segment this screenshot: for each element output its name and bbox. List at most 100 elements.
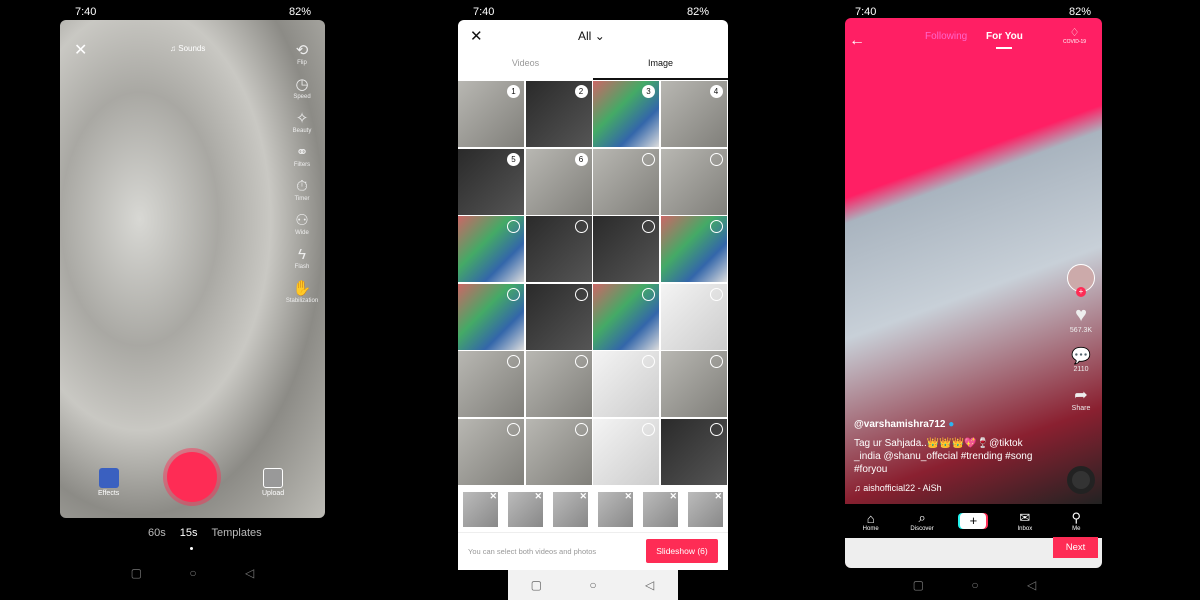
tool-stabilization[interactable]: ✋ Stabilization [286,280,318,304]
close-icon[interactable]: ✕ [74,40,87,60]
selected-thumb[interactable]: ✕ [508,491,543,527]
tool-filters[interactable]: ⚭ Filters [287,144,317,168]
selected-thumb[interactable]: ✕ [553,491,588,527]
slideshow-button[interactable]: Slideshow (6) [646,539,718,563]
close-icon[interactable]: ✕ [470,27,483,45]
follow-plus-icon[interactable]: + [1076,287,1086,297]
media-cell[interactable] [660,283,727,350]
video-feed[interactable]: ← Following For You ♢ COVID-19 + ♥ 567.3K … [845,18,1102,568]
media-cell[interactable] [660,148,727,215]
media-cell[interactable]: 5 [458,148,524,215]
select-circle[interactable] [574,287,588,301]
back-icon[interactable]: ◁ [1012,578,1052,592]
covid-button[interactable]: ♢ COVID-19 [1063,26,1086,45]
media-cell[interactable] [525,216,592,282]
select-circle[interactable] [574,220,588,233]
select-circle[interactable] [507,422,520,436]
select-circle[interactable] [642,422,655,436]
media-cell[interactable] [593,351,659,417]
recents-icon[interactable]: ▢ [116,566,156,580]
media-cell[interactable] [458,216,524,282]
comment-button[interactable]: 💬 2110 [1071,346,1091,373]
effects-button[interactable]: Effects [98,468,119,497]
selected-thumb[interactable]: ✕ [463,491,498,527]
selected-thumb[interactable]: ✕ [598,491,633,527]
select-circle[interactable] [642,220,655,233]
media-cell[interactable]: 4 [660,81,727,147]
camera-view[interactable]: ✕ ♫ Sounds ⟲ Flip ◷ Speed ✧ Beauty ⚭ Filters ⏱ Ti… [60,20,325,518]
media-cell[interactable] [458,418,524,485]
select-circle[interactable] [642,355,655,368]
back-arrow-icon[interactable]: ← [849,32,865,50]
media-cell[interactable] [660,351,727,417]
select-circle[interactable]: 3 [642,85,655,98]
recents-icon[interactable]: ▢ [898,578,938,592]
select-circle[interactable] [642,152,655,166]
tool-beauty[interactable]: ✧ Beauty [287,110,317,134]
select-circle[interactable] [709,220,723,233]
username[interactable]: @varshamishra712 ● [854,419,954,430]
select-circle[interactable]: 6 [574,152,588,166]
nav-discover[interactable]: ⌕ Discover [902,510,942,532]
share-button[interactable]: ➦ Share [1072,385,1091,412]
select-circle[interactable]: 4 [709,85,723,98]
select-circle[interactable] [709,355,723,368]
select-circle[interactable] [507,355,520,368]
media-cell[interactable]: 3 [593,81,659,147]
media-cell[interactable] [458,283,524,350]
media-cell[interactable] [525,351,592,417]
upload-button[interactable]: Upload [262,468,284,497]
tab-for-you[interactable]: For You [986,31,1023,42]
select-circle[interactable]: 2 [574,85,588,98]
select-circle[interactable] [709,152,723,166]
select-circle[interactable]: 5 [507,152,520,166]
remove-icon[interactable]: ✕ [624,491,632,502]
mode-templates[interactable]: Templates [212,527,262,539]
tool-flip[interactable]: ⟲ Flip [287,42,317,66]
mode-60s[interactable]: 60s [148,527,166,539]
back-icon[interactable]: ◁ [230,566,270,580]
selected-thumb[interactable]: ✕ [688,491,723,527]
media-cell[interactable]: 6 [525,148,592,215]
media-cell[interactable]: 1 [458,81,524,147]
record-button[interactable] [167,452,217,502]
nav-inbox[interactable]: ✉ Inbox [1005,510,1045,532]
media-cell[interactable] [593,418,659,485]
remove-icon[interactable]: ✕ [714,491,722,502]
media-cell[interactable] [593,148,659,215]
remove-icon[interactable]: ✕ [534,491,542,502]
select-circle[interactable] [642,287,655,301]
select-circle[interactable] [507,220,520,233]
media-cell[interactable] [458,351,524,417]
media-cell[interactable] [660,216,727,282]
select-circle[interactable] [574,355,588,368]
sound-info[interactable]: ♫ aishofficial22 - AiSh [854,483,942,493]
media-cell[interactable]: 2 [525,81,592,147]
selected-thumb[interactable]: ✕ [643,491,678,527]
mode-15s[interactable]: 15s [180,527,198,539]
tab-following[interactable]: Following [925,31,967,42]
remove-icon[interactable]: ✕ [579,491,587,502]
nav-home[interactable]: ⌂ Home [851,511,891,532]
tool-speed[interactable]: ◷ Speed [287,76,317,100]
home-icon[interactable]: ○ [173,566,213,580]
remove-icon[interactable]: ✕ [489,491,497,502]
select-circle[interactable] [709,287,723,301]
back-icon[interactable]: ◁ [630,578,670,592]
album-dropdown[interactable]: All ⌄ [578,29,605,43]
sounds-button[interactable]: ♫ Sounds [170,44,205,53]
tool-wide[interactable]: ⚇ Wide [287,212,317,236]
media-cell[interactable] [525,418,592,485]
tab-image[interactable]: Image [593,58,728,68]
remove-icon[interactable]: ✕ [669,491,677,502]
home-icon[interactable]: ○ [955,578,995,592]
media-cell[interactable] [660,418,727,485]
tab-videos[interactable]: Videos [458,58,593,68]
nav-me[interactable]: ⚲ Me [1056,510,1096,532]
like-button[interactable]: ♥ 567.3K [1070,304,1092,334]
media-cell[interactable] [525,283,592,350]
nav-create[interactable]: + [953,513,993,529]
tool-flash[interactable]: ϟ Flash [287,246,317,270]
select-circle[interactable] [507,287,520,301]
sound-disc[interactable] [1067,466,1095,494]
